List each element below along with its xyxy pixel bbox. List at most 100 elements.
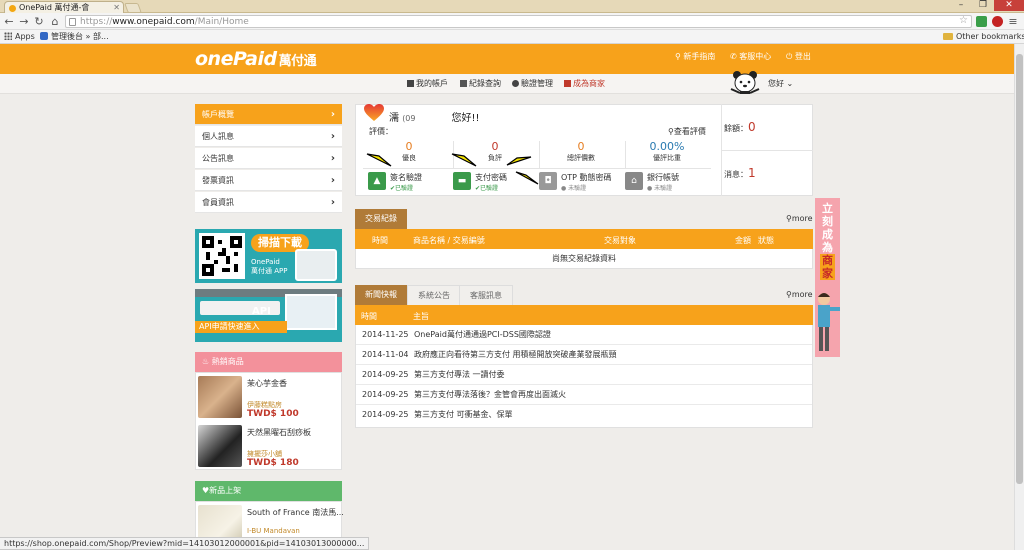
tab-news[interactable]: 新聞快報 (355, 285, 407, 305)
guide-link[interactable]: ⚲ 新手指南 (675, 51, 715, 62)
col-amount: 金額 (735, 236, 751, 245)
balance-separator (722, 150, 813, 151)
api-promo-text: API申請快速進入 (195, 321, 287, 333)
sidebar-item-invoices[interactable]: 發票資訊 › (195, 170, 342, 191)
home-icon[interactable]: ⌂ (49, 14, 61, 29)
product-price: TWD$ 100 (247, 409, 299, 419)
stat-ratio: 0.00% 優評比重 (625, 141, 709, 163)
verify-label: OTP 動態密碼 (561, 173, 612, 182)
nav-my-account[interactable]: 我的帳戶 (407, 78, 448, 89)
become-merchant-banner[interactable]: 立 刻 成 為 商 家 (815, 198, 840, 357)
verify-label: 銀行帳號 (647, 173, 679, 182)
transactions-table-header: 時間 商品名稱 / 交易編號 交易對象 金額 狀態 (355, 229, 813, 249)
menu-icon[interactable]: ≡ (1008, 15, 1018, 28)
back-arrow-icon[interactable]: ← (3, 14, 15, 29)
reload-icon[interactable]: ↻ (33, 14, 45, 29)
sidebar-item-label: 公告訊息 (202, 154, 234, 163)
nav-records[interactable]: 紀錄查詢 (460, 78, 501, 89)
extension-green-icon[interactable] (976, 16, 987, 27)
support-link[interactable]: ✆ 客服中心 (730, 51, 771, 62)
sidebar-item-member[interactable]: 會員資訊 › (195, 192, 342, 213)
chevron-right-icon: › (330, 197, 335, 208)
window-close-icon[interactable]: ✕ (994, 0, 1024, 11)
chevron-right-icon: › (330, 153, 335, 164)
new-products-header: ♥新品上架 (195, 481, 342, 501)
site-logo[interactable]: onePaid 萬付通 (195, 48, 317, 70)
bookmark-star-icon[interactable]: ☆ (959, 15, 968, 27)
verify-status: ● 未驗證 (561, 185, 587, 192)
nav-verification[interactable]: 驗證管理 (512, 78, 553, 89)
tab-support-messages[interactable]: 客服訊息 (459, 285, 513, 305)
store-icon (564, 80, 571, 87)
url-input[interactable]: https://www.onepaid.com/Main/Home ☆ (65, 15, 972, 28)
bookmark-apps[interactable]: Apps (4, 30, 35, 44)
user-menu[interactable]: 您好 ⌄ (768, 78, 793, 89)
hot-products-title: 熱銷商品 (211, 357, 244, 366)
sidebar-item-personal[interactable]: 個人訊息 › (195, 126, 342, 147)
view-rating-link[interactable]: ⚲查看評價 (668, 126, 706, 137)
nav-label: 紀錄查詢 (469, 79, 501, 88)
news-date: 2014-11-25 (362, 330, 409, 339)
logout-link[interactable]: ⏻ 登出 (786, 51, 811, 62)
sub-navigation (0, 74, 1014, 94)
news-row[interactable]: 2014-11-25 OnePaid萬付通通過PCI-DSS國際認證 (356, 325, 812, 345)
stat-label: 總評價數 (567, 154, 595, 162)
sidebar-item-overview[interactable]: 帳戶概覽 › (195, 104, 342, 125)
app-download-banner[interactable]: 掃描下載 OnePaid 萬付通 APP (195, 229, 342, 283)
bookmark-admin[interactable]: 管理後台 » 部... (40, 30, 109, 44)
maximize-icon[interactable]: ❐ (972, 0, 994, 11)
news-row[interactable]: 2014-09-25 第三方支付 可衝基金、保單 (356, 405, 812, 425)
tab-transactions[interactable]: 交易紀錄 (355, 209, 407, 229)
app-promo-line1: OnePaid (251, 258, 280, 266)
banner-char: 為 (822, 241, 833, 254)
scrollbar-thumb[interactable] (1016, 54, 1023, 484)
app-promo-line2: 萬付通 APP (251, 267, 288, 275)
user-icon: ▲ (368, 172, 386, 190)
verify-status: ✔已驗證 (475, 185, 499, 192)
extension-red-icon[interactable] (992, 16, 1003, 27)
sidebar-item-label: 會員資訊 (202, 198, 234, 207)
news-title: 政府應正向看待第三方支付 用積極開放突破產業發展瓶頸 (414, 350, 617, 359)
nav-label: 我的帳戶 (416, 79, 448, 88)
other-bookmarks-label: Other bookmarks (956, 32, 1024, 41)
news-row[interactable]: 2014-11-04 政府應正向看待第三方支付 用積極開放突破產業發展瓶頸 (356, 345, 812, 365)
records-icon (460, 80, 467, 87)
tab-system-announcements[interactable]: 系統公告 (407, 285, 461, 305)
user-greeting: 您好!! (451, 113, 480, 124)
sidebar-item-announcements[interactable]: 公告訊息 › (195, 148, 342, 169)
news-date: 2014-09-25 (362, 370, 409, 379)
news-list: 2014-11-25 OnePaid萬付通通過PCI-DSS國際認證 2014-1… (355, 325, 813, 428)
more-label: more (791, 290, 813, 299)
browser-tab[interactable]: OnePaid 萬付通-會 ✕ (4, 1, 124, 13)
forward-arrow-icon[interactable]: → (18, 14, 30, 29)
minimize-icon[interactable]: – (950, 0, 972, 11)
product-card[interactable]: 天然黑曜石刮痧板 擁擺莎小舖 TWD$ 180 (198, 423, 341, 469)
news-title: 第三方支付 可衝基金、保單 (414, 410, 513, 419)
news-row[interactable]: 2014-09-25 第三方支付專法落後？金管會再度出面滅火 (356, 385, 812, 405)
news-row[interactable]: 2014-09-25 第三方支付專法 一讀付委 (356, 365, 812, 385)
other-bookmarks[interactable]: Other bookmarks (943, 30, 1024, 44)
verify-status-text: 已驗證 (480, 185, 499, 192)
product-name: 天然黑曜石刮痧板 (247, 428, 311, 437)
browser-titlebar (0, 0, 1024, 13)
balance-value: 0 (748, 120, 756, 134)
news-table-header: 時間 主旨 (355, 305, 813, 325)
sidebar-item-label: 發票資訊 (202, 176, 234, 185)
stat-label: 優評比重 (653, 154, 681, 162)
api-application-banner[interactable]: API API申請快速進入 (195, 289, 342, 342)
messages[interactable]: 消息：1 (724, 166, 756, 180)
col-status: 狀態 (758, 236, 774, 245)
page-scrollbar[interactable] (1014, 44, 1024, 550)
tab-title: OnePaid 萬付通-會 (19, 3, 90, 12)
greeting-label: 您好 (768, 79, 784, 88)
nav-become-merchant[interactable]: 成為商家 (564, 78, 605, 89)
product-card[interactable]: 茉心芋金香 伊藤糕點房 TWD$ 100 (198, 374, 341, 420)
annotation-arrow-icon (366, 153, 392, 167)
news-more-link[interactable]: ⚲more (786, 290, 813, 299)
news-date: 2014-09-25 (362, 390, 409, 399)
close-tab-icon[interactable]: ✕ (113, 2, 120, 13)
stat-separator (363, 168, 711, 169)
logout-link-label: 登出 (794, 52, 811, 61)
api-tag: API (252, 306, 271, 317)
transactions-more-link[interactable]: ⚲more (786, 214, 813, 223)
